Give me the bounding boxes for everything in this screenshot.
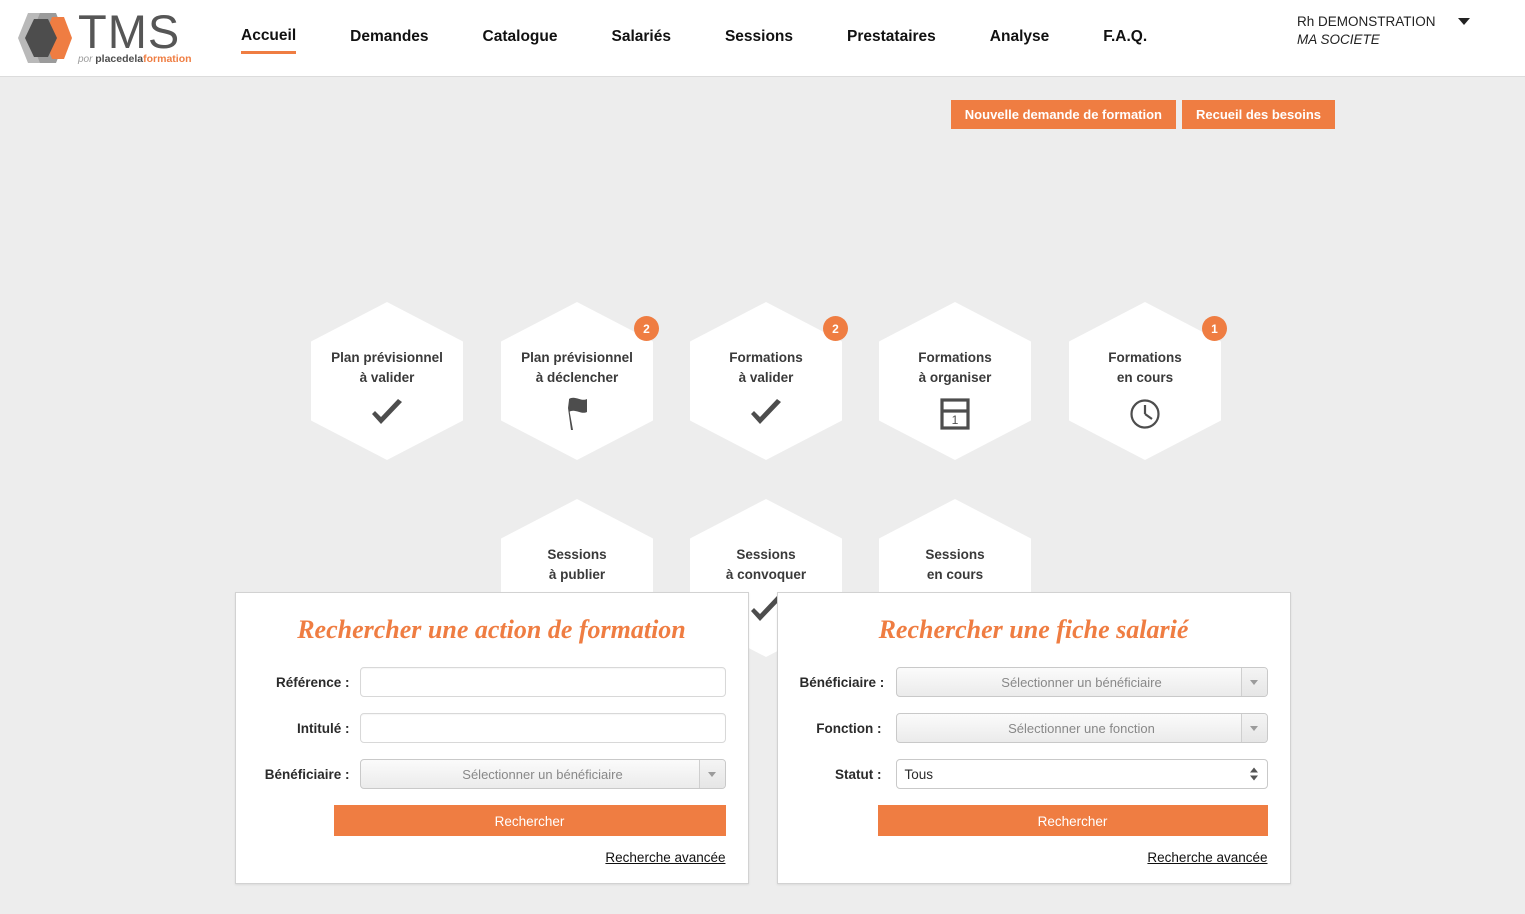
tile-formations-a-organiser-cell: Formations à organiser 1: [879, 302, 1031, 460]
statut-select[interactable]: Tous: [895, 759, 1268, 789]
chevron-down-icon[interactable]: [1240, 714, 1267, 742]
flag-icon: [559, 396, 595, 432]
statut-select-value: Tous: [904, 766, 934, 782]
search-employee-panel: Rechercher une fiche salarié Bénéficiair…: [776, 592, 1291, 884]
reference-input[interactable]: [359, 667, 726, 697]
intitule-input[interactable]: [359, 713, 726, 743]
dashboard-tiles: Plan prévisionnel à valider Plan prévisi…: [0, 141, 1525, 657]
nav-item-analyse[interactable]: Analyse: [990, 24, 1049, 52]
nav-item-sessions[interactable]: Sessions: [725, 24, 793, 52]
beneficiaire-select-value: Sélectionner un bénéficiaire: [1001, 674, 1162, 690]
calendar-icon: 1: [937, 396, 973, 432]
updown-arrows-icon[interactable]: [1249, 767, 1258, 781]
nav-item-catalogue[interactable]: Catalogue: [483, 24, 558, 52]
search-training-panel: Rechercher une action de formation Référ…: [234, 592, 749, 884]
chevron-down-icon[interactable]: [1457, 18, 1470, 25]
tile-formations-a-organiser[interactable]: Formations à organiser 1: [879, 302, 1031, 460]
logo-tagline-por: por: [78, 54, 96, 65]
statut-label: Statut :: [835, 766, 882, 782]
nav-item-faq[interactable]: F.A.Q.: [1103, 24, 1147, 52]
tile-badge[interactable]: 2: [823, 316, 848, 341]
new-training-request-button[interactable]: Nouvelle demande de formation: [950, 100, 1176, 129]
clock-icon: [1127, 396, 1163, 432]
tile-formations-a-valider[interactable]: Formations à valider: [690, 302, 842, 460]
reference-label: Référence :: [275, 674, 350, 690]
logo-tagline: por placedelaformation: [78, 53, 192, 66]
search-employee-advanced-link[interactable]: Recherche avancée: [800, 850, 1267, 865]
search-employee-submit-button[interactable]: Rechercher: [877, 805, 1268, 836]
field-row-beneficiaire: Bénéficiaire : Sélectionner un bénéficia…: [800, 667, 1268, 697]
logo-wordmark: TMS: [78, 5, 181, 58]
tile-badge[interactable]: 1: [1202, 316, 1227, 341]
fonction-select[interactable]: Sélectionner une fonction: [895, 713, 1268, 743]
search-panels: Rechercher une action de formation Référ…: [0, 592, 1525, 884]
tile-label: Plan prévisionnel à déclencher: [521, 350, 633, 385]
logo-hexagon-icon: [12, 7, 74, 69]
chevron-down-icon[interactable]: [1240, 668, 1267, 696]
beneficiaire-label: Bénéficiaire :: [264, 766, 350, 782]
field-row-statut: Statut : Tous: [800, 759, 1268, 789]
user-name: Rh DEMONSTRATION: [1297, 14, 1436, 29]
tile-plan-previsionnel-a-declencher-cell: Plan prévisionnel à déclencher 2: [501, 302, 659, 460]
main-navigation: Accueil Demandes Catalogue Salariés Sess…: [214, 23, 1174, 54]
nav-item-salaries[interactable]: Salariés: [611, 24, 670, 52]
nav-item-prestataires[interactable]: Prestataires: [847, 24, 936, 52]
tile-label: Sessions en cours: [925, 547, 985, 582]
tile-plan-previsionnel-a-declencher[interactable]: Plan prévisionnel à déclencher: [501, 302, 653, 460]
intitule-label: Intitulé :: [297, 720, 350, 736]
search-employee-title: Rechercher une fiche salarié: [878, 615, 1189, 644]
beneficiaire-select[interactable]: Sélectionner un bénéficiaire: [359, 759, 726, 789]
tile-badge[interactable]: 2: [634, 316, 659, 341]
user-company: MA SOCIETE: [1297, 32, 1380, 47]
logo-tagline-formation: formation: [143, 53, 192, 65]
search-training-submit-button[interactable]: Rechercher: [333, 805, 726, 836]
beneficiaire-select-value: Sélectionner un bénéficiaire: [462, 766, 623, 782]
tile-formations-a-valider-cell: Formations à valider 2: [690, 302, 848, 460]
beneficiaire-select[interactable]: Sélectionner un bénéficiaire: [895, 667, 1268, 697]
logo[interactable]: TMS por placedelaformation: [12, 7, 192, 69]
fonction-select-value: Sélectionner une fonction: [1008, 720, 1155, 736]
fonction-label: Fonction :: [816, 720, 882, 736]
field-row-reference: Référence :: [258, 667, 726, 697]
tile-plan-previsionnel-a-valider[interactable]: Plan prévisionnel à valider: [311, 302, 463, 460]
tile-label: Sessions à publier: [547, 547, 607, 582]
tile-label: Formations à organiser: [918, 350, 992, 385]
tile-formations-en-cours[interactable]: Formations en cours: [1069, 302, 1221, 460]
tile-formations-en-cours-cell: Formations en cours 1: [1069, 302, 1227, 460]
chevron-down-icon[interactable]: [698, 760, 725, 788]
check-icon: [369, 396, 405, 432]
nav-item-demandes[interactable]: Demandes: [350, 24, 428, 52]
user-menu[interactable]: Rh DEMONSTRATION MA SOCIETE: [1297, 14, 1507, 47]
tile-label: Plan prévisionnel à valider: [331, 350, 443, 385]
nav-item-accueil[interactable]: Accueil: [241, 23, 297, 54]
top-action-buttons: Nouvelle demande de formation Recueil de…: [950, 100, 1335, 129]
tile-label: Formations en cours: [1108, 350, 1182, 385]
tile-plan-previsionnel-a-valider-cell: Plan prévisionnel à valider: [311, 302, 463, 460]
user-menu-row: Rh DEMONSTRATION: [1297, 14, 1507, 29]
search-training-title: Rechercher une action de formation: [297, 615, 686, 644]
calendar-day-number: 1: [952, 413, 959, 427]
tile-label: Formations à valider: [729, 350, 803, 385]
field-row-fonction: Fonction : Sélectionner une fonction: [800, 713, 1268, 743]
tile-label: Sessions à convoquer: [725, 547, 807, 582]
check-icon: [748, 396, 784, 432]
needs-collection-button[interactable]: Recueil des besoins: [1182, 100, 1335, 129]
field-row-beneficiaire: Bénéficiaire : Sélectionner un bénéficia…: [258, 759, 726, 789]
app-header: TMS por placedelaformation Accueil Deman…: [0, 0, 1525, 77]
beneficiaire-label: Bénéficiaire :: [799, 674, 885, 690]
search-training-advanced-link[interactable]: Recherche avancée: [258, 850, 725, 865]
field-row-intitule: Intitulé :: [258, 713, 726, 743]
logo-tagline-placedela: placedela: [95, 53, 144, 65]
